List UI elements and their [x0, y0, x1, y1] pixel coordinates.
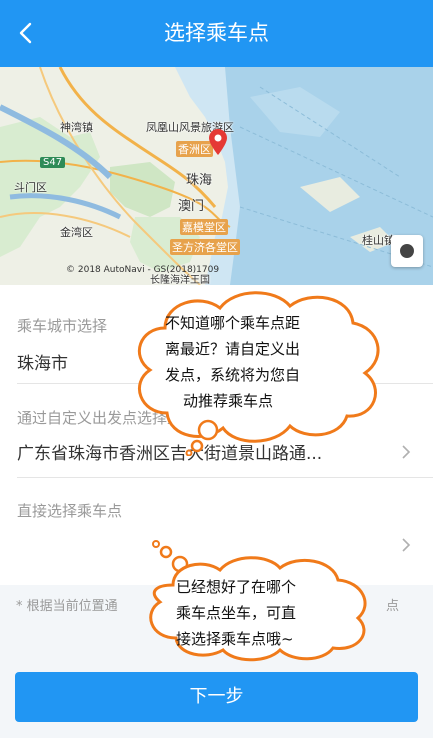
divider [17, 477, 433, 478]
locate-me-button[interactable] [391, 235, 423, 267]
header-bar: 选择乘车点 [0, 0, 433, 67]
tip-bubble-bottom: 已经想好了在哪个 乘车点坐车，可直 接选择乘车点哦~ [128, 540, 388, 662]
tip-bottom-line: 乘车点坐车，可直 [176, 604, 297, 622]
tip-top-line: 发点，系统将为您自 [165, 366, 301, 384]
tip-bubble-top: 不知道哪个乘车点距 离最近？请自定义出 发点，系统将为您自 动推荐乘车点 [125, 288, 387, 456]
next-step-button[interactable]: 下一步 [15, 672, 418, 722]
map-label-jinwan: 金湾区 [60, 226, 93, 239]
tip-top-line: 不知道哪个乘车点距 [165, 314, 301, 332]
map-label-road: S47 [40, 157, 66, 168]
location-pin-icon [209, 129, 227, 155]
chevron-right-icon[interactable] [401, 537, 411, 553]
map-label-shengfang: 圣方济各堂区 [170, 239, 240, 255]
map-label-xiangzhou: 香洲区 [176, 141, 213, 157]
tip-top-line: 离最近？请自定义出 [165, 340, 301, 358]
map-label-zhuhai: 珠海 [186, 173, 213, 188]
chevron-right-icon[interactable] [401, 444, 411, 460]
page-title: 选择乘车点 [164, 21, 269, 45]
location-hint: * 根据当前位置通 [16, 599, 118, 614]
map-label-doumen: 斗门区 [14, 181, 47, 194]
map-view[interactable]: 神湾镇 凤凰山风景旅游区 香洲区 S47 斗门区 珠海 澳门 金湾区 嘉模堂区 … [0, 67, 433, 285]
tip-top-line: 动推荐乘车点 [183, 392, 274, 410]
map-label-shenwan: 神湾镇 [60, 121, 93, 134]
city-label: 乘车城市选择 [17, 317, 108, 335]
city-select[interactable]: 珠海市 [17, 349, 68, 374]
map-label-aomen: 澳门 [178, 199, 205, 214]
tip-bottom-line: 已经想好了在哪个 [176, 578, 297, 596]
map-copyright: © 2018 AutoNavi - GS(2018)1709 [66, 265, 220, 275]
map-label-hengqin: 嘉模堂区 [180, 219, 228, 235]
tip-bottom-line: 接选择乘车点哦~ [176, 630, 294, 648]
direct-select-label: 直接选择乘车点 [17, 502, 123, 520]
